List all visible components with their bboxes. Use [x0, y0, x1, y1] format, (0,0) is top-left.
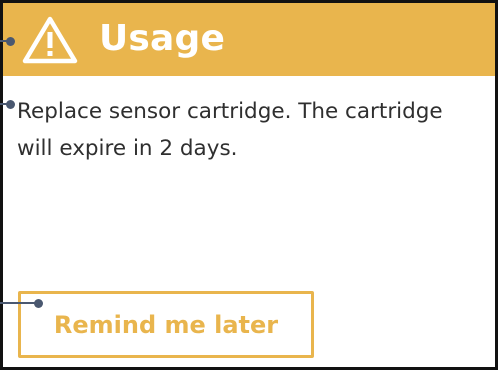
alert-header: Usage: [3, 3, 495, 76]
remind-me-later-button[interactable]: Remind me later: [18, 291, 314, 358]
warning-triangle-icon: [22, 15, 78, 65]
button-callout-line: [0, 302, 36, 304]
usage-alert-screen: Usage Replace sensor cartridge. The cart…: [0, 0, 498, 370]
message-callout-line: [0, 103, 8, 105]
header-callout-line: [0, 40, 8, 42]
alert-message: Replace sensor cartridge. The cartridge …: [17, 99, 443, 161]
alert-title: Usage: [99, 18, 226, 59]
